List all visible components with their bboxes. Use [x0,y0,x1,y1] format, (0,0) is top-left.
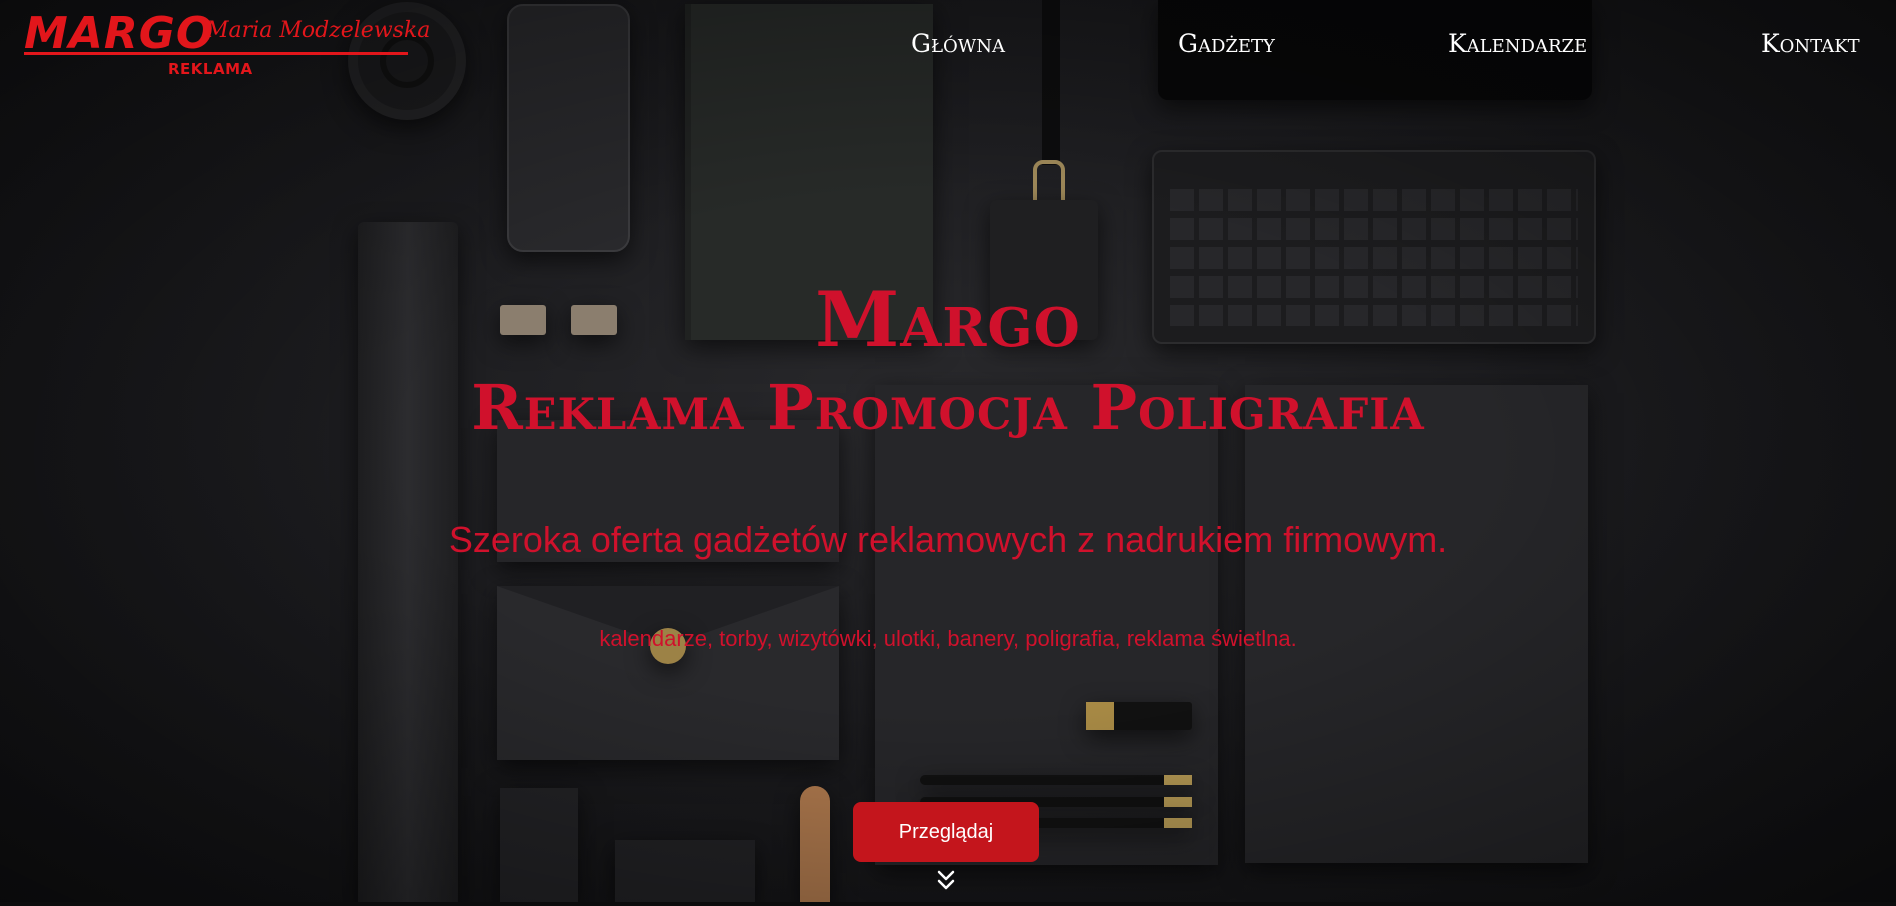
hero-lead: Szeroka oferta gadżetów reklamowych z na… [448,519,1448,560]
hero-product-list: kalendarze, torby, wizytówki, ulotki, ba… [599,626,1297,651]
nav-item-kalendarze[interactable]: Kalendarze [1448,24,1587,64]
nav-item-kontakt[interactable]: Kontakt [1761,24,1860,64]
hero-title: Margo [815,275,1081,364]
hero-subtitle: Reklama Promocja Poligrafia [471,371,1425,444]
envelope-image [497,586,839,760]
page-bottom-edge [0,902,1896,906]
browse-button[interactable]: Przeglądaj [853,802,1039,862]
main-navigation: Główna Gadżety Kalendarze Kontakt [0,24,1896,64]
nav-item-glowna[interactable]: Główna [911,24,1005,64]
block-image [615,840,755,906]
wooden-pen-image [800,786,830,906]
hero-background [0,0,1896,906]
pencil-image [920,775,1192,785]
usb-drive-image [1086,702,1192,730]
double-chevron-down-icon[interactable] [934,868,958,894]
block-image [500,788,578,906]
nav-item-gadzety[interactable]: Gadżety [1178,24,1275,64]
